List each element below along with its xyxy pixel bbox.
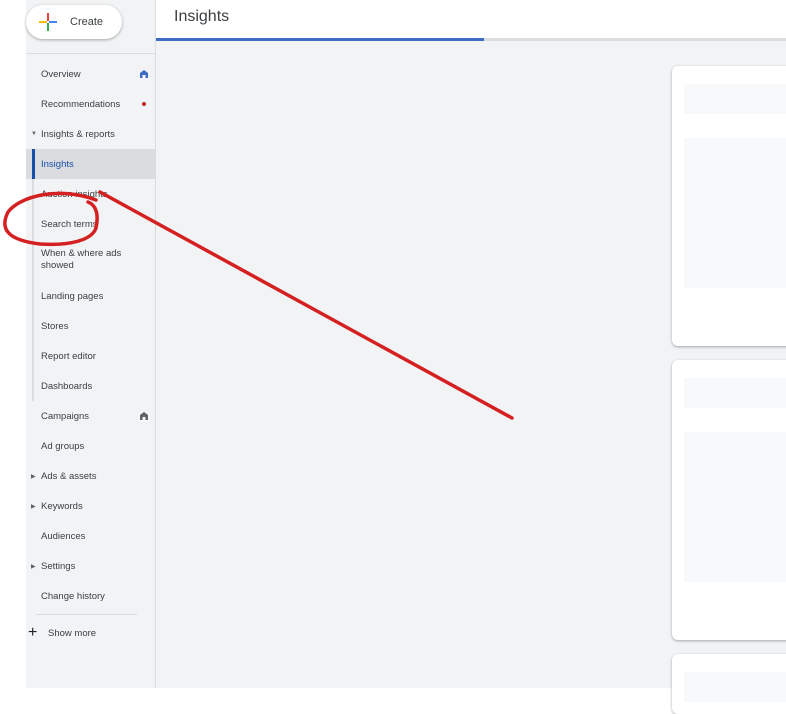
sidebar-item-audiences[interactable]: Audiences: [26, 521, 155, 551]
sidebar-item-insights-reports[interactable]: ▼ Insights & reports: [26, 119, 155, 149]
sidebar-item-keywords[interactable]: ▶ Keywords: [26, 491, 155, 521]
plus-icon: +: [28, 624, 38, 641]
sidebar-item-recommendations[interactable]: Recommendations: [26, 89, 155, 119]
sidebar-item-label: Ad groups: [41, 440, 85, 452]
sidebar-item-settings[interactable]: ▶ Settings: [26, 551, 155, 581]
sidebar-item-ad-groups[interactable]: Ad groups: [26, 431, 155, 461]
sidebar-item-label: Insights & reports: [41, 128, 115, 140]
sidebar-item-label: Landing pages: [41, 290, 104, 302]
sidebar-item-landing-pages[interactable]: Landing pages: [26, 281, 155, 311]
sidebar-item-report-editor[interactable]: Report editor: [26, 341, 155, 371]
insight-card-loading: [672, 654, 786, 714]
sidebar-item-search-terms[interactable]: Search terms: [26, 209, 155, 239]
skeleton-placeholder: [684, 432, 786, 582]
sidebar-item-overview[interactable]: Overview: [26, 59, 155, 89]
sidebar-item-auction-insights[interactable]: Auction insights: [26, 179, 155, 209]
skeleton-placeholder: [684, 378, 786, 408]
sidebar-item-insights[interactable]: Insights: [26, 149, 155, 179]
sidebar-item-dashboards[interactable]: Dashboards: [26, 371, 155, 401]
sidebar: Create Overview Recommendations ▼ Insigh…: [26, 0, 156, 688]
sidebar-item-label: Settings: [41, 560, 76, 572]
divider: [36, 614, 137, 615]
insight-card-loading: [672, 66, 786, 346]
caret-right-icon: ▶: [31, 473, 36, 480]
sidebar-item-when-where-ads-showed[interactable]: When & where ads showed: [26, 239, 155, 281]
sidebar-item-label: Change history: [41, 590, 105, 602]
nav-list: Overview Recommendations ▼ Insights & re…: [26, 59, 155, 611]
notification-dot-icon: [142, 102, 146, 106]
sidebar-item-label: Audiences: [41, 530, 86, 542]
show-more-button[interactable]: + Show more: [26, 624, 96, 642]
sidebar-item-label: Dashboards: [41, 380, 93, 392]
home-icon: [140, 70, 148, 78]
sidebar-item-label: Auction insights: [41, 188, 108, 200]
create-label: Create: [70, 16, 104, 28]
skeleton-placeholder: [684, 138, 786, 288]
create-button[interactable]: Create: [26, 5, 122, 39]
caret-right-icon: ▶: [31, 503, 36, 510]
home-icon: [140, 412, 148, 420]
sidebar-item-label: Overview: [41, 68, 81, 80]
sidebar-item-label: Keywords: [41, 500, 83, 512]
sidebar-item-stores[interactable]: Stores: [26, 311, 155, 341]
loading-progress-bar: [156, 38, 786, 41]
divider: [26, 53, 155, 54]
caret-right-icon: ▶: [31, 563, 36, 570]
sidebar-item-label: Ads & assets: [41, 470, 97, 482]
page-title: Insights: [174, 8, 230, 25]
sidebar-item-change-history[interactable]: Change history: [26, 581, 155, 611]
page-header: Insights: [156, 0, 786, 38]
sidebar-item-label: Campaigns: [41, 410, 90, 422]
sidebar-item-label: Search terms: [41, 218, 98, 230]
sidebar-item-label: Insights: [41, 158, 74, 170]
left-margin: [0, 0, 26, 688]
main-content: Insights: [156, 0, 786, 714]
skeleton-placeholder: [684, 672, 786, 702]
sidebar-item-campaigns[interactable]: Campaigns: [26, 401, 155, 431]
insight-card-loading: [672, 360, 786, 640]
plus-colored-icon: [39, 13, 57, 31]
sidebar-item-label: Stores: [41, 320, 69, 332]
loading-progress-fill: [156, 38, 484, 41]
show-more-label: Show more: [48, 627, 97, 639]
sidebar-item-label: When & where ads showed: [41, 248, 122, 271]
caret-down-icon: ▼: [31, 131, 37, 137]
skeleton-placeholder: [684, 84, 786, 114]
sidebar-item-label: Report editor: [41, 350, 96, 362]
sidebar-item-label: Recommendations: [41, 98, 121, 110]
sidebar-item-ads-assets[interactable]: ▶ Ads & assets: [26, 461, 155, 491]
